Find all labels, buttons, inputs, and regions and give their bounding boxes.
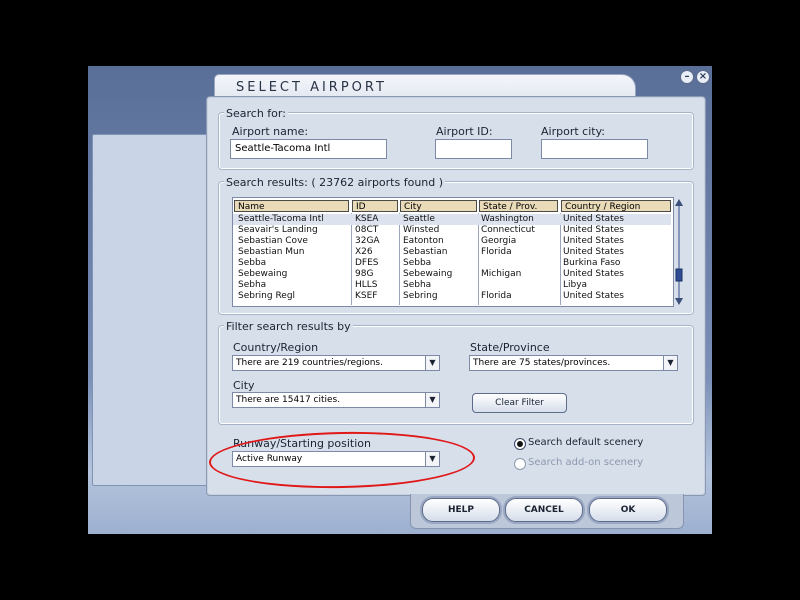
dialog-title: SELECT AIRPORT [236, 80, 387, 95]
cell-name: Sebastian Cove [238, 236, 308, 246]
table-row[interactable]: Sebastian Mun X26 Sebastian Florida Unit… [233, 247, 671, 258]
table-row[interactable]: Sebba DFES Sebba Burkina Faso [233, 258, 671, 269]
table-row[interactable]: Seattle-Tacoma Intl KSEA Seattle Washing… [233, 214, 671, 225]
cell-id: X26 [355, 247, 373, 257]
search-for-label: Search for: [224, 107, 288, 120]
cell-city: Sebring [403, 291, 438, 301]
state-province-dropdown[interactable]: There are 75 states/provinces. ▼ [469, 355, 678, 371]
country-region-label: Country/Region [233, 341, 319, 354]
country-region-value: There are 219 countries/regions. [236, 358, 383, 368]
table-row[interactable]: Sebring Regl KSEF Sebring Florida United… [233, 291, 671, 302]
country-region-dropdown[interactable]: There are 219 countries/regions. ▼ [232, 355, 440, 371]
cell-name: Sebastian Mun [238, 247, 305, 257]
chevron-down-icon[interactable]: ▼ [663, 356, 677, 370]
state-province-value: There are 75 states/provinces. [473, 358, 611, 368]
column-header-state[interactable]: State / Prov. [479, 200, 558, 212]
cell-country: Libya [563, 280, 588, 290]
cell-country: United States [563, 225, 624, 235]
column-header-name[interactable]: Name [234, 200, 349, 212]
close-icon[interactable]: × [696, 70, 710, 84]
city-label: City [233, 379, 255, 392]
left-preview-pane [92, 134, 214, 486]
cell-name: Seattle-Tacoma Intl [238, 214, 324, 224]
cell-country: Burkina Faso [563, 258, 621, 268]
cell-country: United States [563, 291, 624, 301]
airport-city-input[interactable] [541, 139, 648, 159]
airport-id-input[interactable] [435, 139, 512, 159]
cell-name: Sebring Regl [238, 291, 296, 301]
column-header-city[interactable]: City [400, 200, 477, 212]
search-default-scenery-radio[interactable] [514, 438, 526, 450]
table-row[interactable]: Seavair's Landing 08CT Winsted Connectic… [233, 225, 671, 236]
cell-name: Sebha [238, 280, 267, 290]
cell-state: Michigan [481, 269, 522, 279]
airport-id-label: Airport ID: [436, 125, 493, 138]
city-value: There are 15417 cities. [236, 395, 341, 405]
table-row[interactable]: Sebewaing 98G Sebewaing Michigan United … [233, 269, 671, 280]
ok-button[interactable]: OK [589, 498, 667, 522]
window-controls: – × [680, 70, 710, 84]
table-row[interactable]: Sebha HLLS Sebha Libya [233, 280, 671, 291]
airport-name-input[interactable]: Seattle-Tacoma Intl [230, 139, 387, 159]
cell-country: United States [563, 236, 624, 246]
cell-state: Florida [481, 247, 512, 257]
scroll-thumb [675, 268, 683, 282]
cell-name: Seavair's Landing [238, 225, 318, 235]
chevron-down-icon[interactable]: ▼ [425, 356, 439, 370]
cancel-button[interactable]: CANCEL [505, 498, 583, 522]
cell-city: Sebba [403, 258, 432, 268]
cell-id: 32GA [355, 236, 380, 246]
airport-city-label: Airport city: [541, 125, 605, 138]
search-results-label: Search results: ( 23762 airports found ) [224, 176, 446, 189]
cell-id: KSEF [355, 291, 378, 301]
cell-state: Florida [481, 291, 512, 301]
cell-id: 08CT [355, 225, 379, 235]
search-default-scenery-label[interactable]: Search default scenery [528, 437, 643, 448]
table-row[interactable]: Sebastian Cove 32GA Eatonton Georgia Uni… [233, 236, 671, 247]
cell-id: HLLS [355, 280, 378, 290]
cell-id: DFES [355, 258, 379, 268]
chevron-down-icon[interactable]: ▼ [425, 393, 439, 407]
cell-state: Washington [481, 214, 534, 224]
cell-name: Sebba [238, 258, 267, 268]
arrow-down-icon [675, 298, 683, 305]
filter-label: Filter search results by [224, 320, 353, 333]
cell-country: United States [563, 214, 624, 224]
results-scrollbar[interactable] [673, 198, 685, 306]
clear-filter-button[interactable]: Clear Filter [472, 393, 567, 413]
cell-city: Eatonton [403, 236, 444, 246]
cell-id: 98G [355, 269, 374, 279]
arrow-up-icon [675, 199, 683, 206]
cell-name: Sebewaing [238, 269, 288, 279]
cell-country: United States [563, 247, 624, 257]
column-header-id[interactable]: ID [352, 200, 398, 212]
cell-city: Sebewaing [403, 269, 453, 279]
cell-id: KSEA [355, 214, 379, 224]
cell-city: Winsted [403, 225, 440, 235]
cell-state: Georgia [481, 236, 517, 246]
state-province-label: State/Province [470, 341, 550, 354]
airport-name-label: Airport name: [232, 125, 309, 138]
cell-city: Seattle [403, 214, 435, 224]
cell-city: Sebastian [403, 247, 448, 257]
minimize-icon[interactable]: – [680, 70, 694, 84]
help-button[interactable]: HELP [422, 498, 500, 522]
search-addon-scenery-label[interactable]: Search add-on scenery [528, 457, 643, 468]
cell-country: United States [563, 269, 624, 279]
search-addon-scenery-radio[interactable] [514, 458, 526, 470]
column-header-country[interactable]: Country / Region [561, 200, 671, 212]
cell-state: Connecticut [481, 225, 535, 235]
city-dropdown[interactable]: There are 15417 cities. ▼ [232, 392, 440, 408]
cell-city: Sebha [403, 280, 432, 290]
